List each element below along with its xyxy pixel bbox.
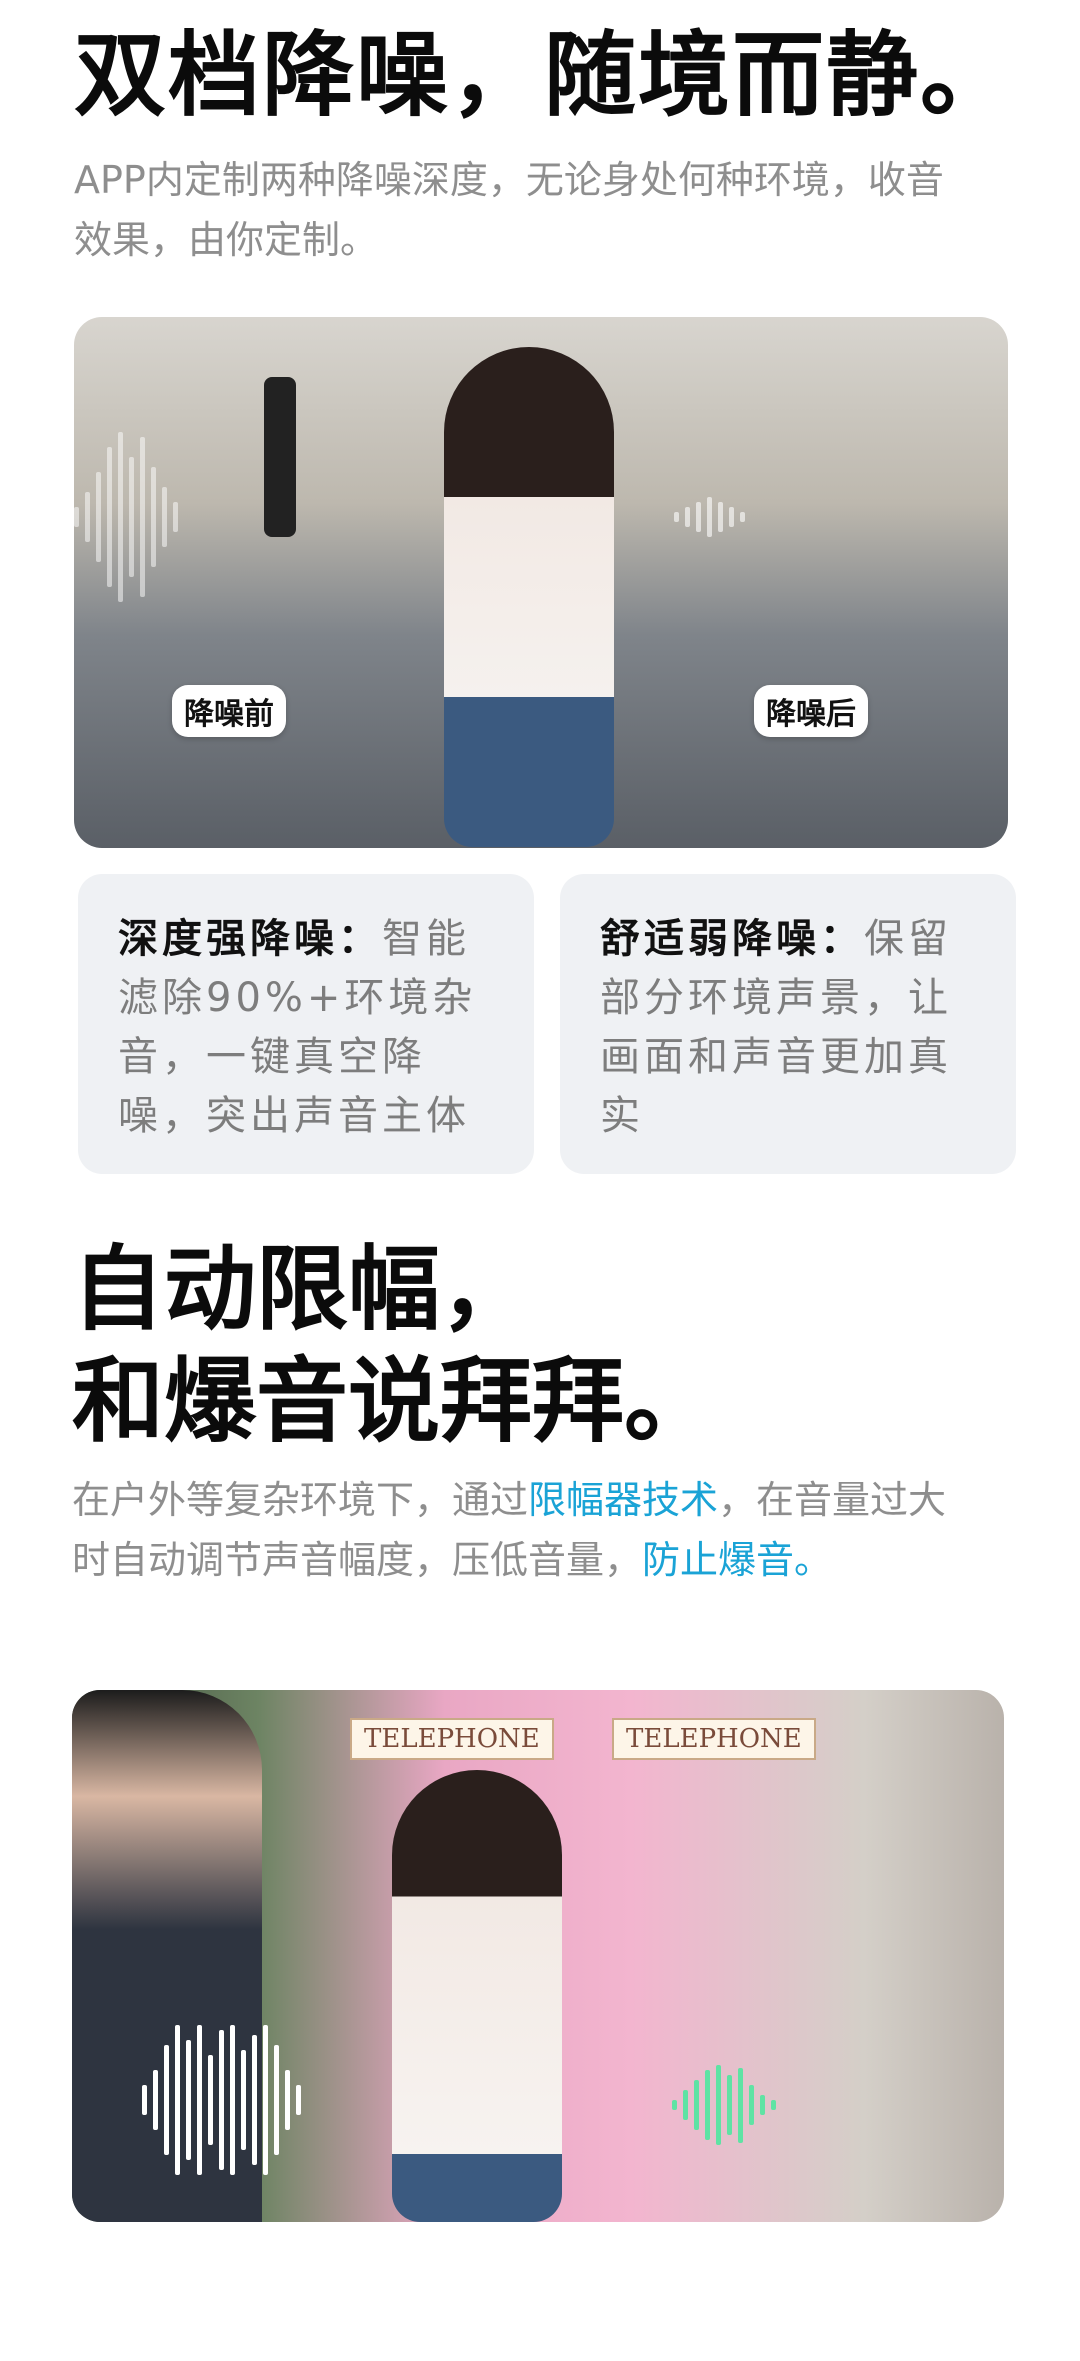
telephone-sign-right: TELEPHONE — [612, 1718, 816, 1760]
camera-grip — [264, 377, 296, 537]
noise-reduction-photo: 降噪前 降噪后 — [74, 317, 1008, 848]
prevent-clipping-highlight: 防止爆音。 — [642, 1538, 833, 1582]
woman-figure — [444, 347, 614, 847]
waveform-left — [74, 427, 178, 607]
comfort-noise-label: 舒适弱降噪： — [600, 916, 864, 962]
waveform-right — [674, 477, 745, 557]
before-label: 降噪前 — [172, 685, 286, 737]
deep-noise-card: 深度强降噪：智能滤除90%+环境杂音，一键真空降噪，突出声音主体 — [78, 874, 534, 1174]
section1-title: 双档降噪，随境而静。 — [74, 22, 1015, 129]
waveform-limited — [672, 2060, 776, 2150]
section2-title: 自动限幅， 和爆音说拜拜。 — [72, 1234, 716, 1458]
after-label: 降噪后 — [754, 685, 868, 737]
section2-description: 在户外等复杂环境下，通过限幅器技术，在音量过大时自动调节声音幅度，压低音量，防止… — [72, 1470, 972, 1590]
woman-figure — [392, 1770, 562, 2222]
section2-title-line1: 自动限幅， — [72, 1236, 533, 1343]
comfort-noise-card: 舒适弱降噪：保留部分环境声景，让画面和声音更加真实 — [560, 874, 1016, 1174]
deep-noise-label: 深度强降噪： — [118, 916, 382, 962]
telephone-sign-left: TELEPHONE — [350, 1718, 554, 1760]
section1-description: APP内定制两种降噪深度，无论身处何种环境，收音效果，由你定制。 — [74, 158, 944, 262]
section2-title-line2: 和爆音说拜拜。 — [72, 1348, 717, 1455]
limiter-photo: TELEPHONE TELEPHONE — [72, 1690, 1004, 2222]
limiter-highlight: 限幅器技术 — [528, 1478, 719, 1522]
description-text-1: 在户外等复杂环境下，通过 — [72, 1478, 529, 1522]
waveform-clipped — [142, 2020, 301, 2180]
